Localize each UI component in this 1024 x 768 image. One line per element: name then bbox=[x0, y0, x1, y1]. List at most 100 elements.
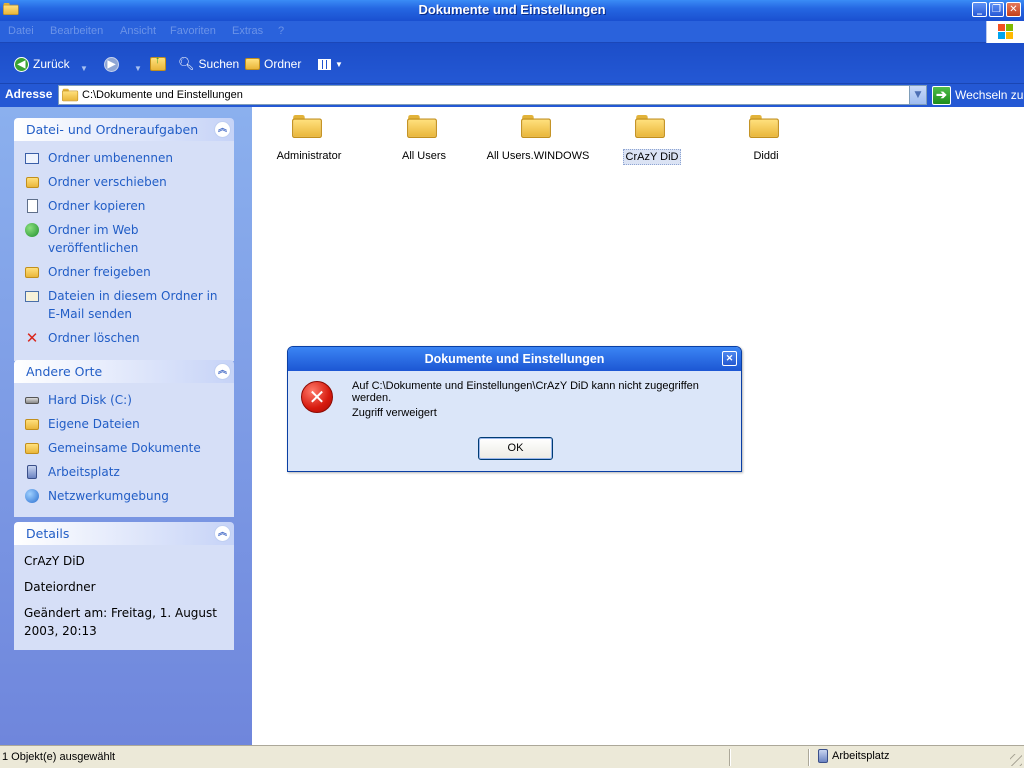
toolbar: ◀ Zurück ▼ ▶ ▼ ↑ 🔍︎ Suchen Ordner ▼ bbox=[0, 43, 1024, 84]
address-input[interactable]: C:\Dokumente und Einstellungen ▼ bbox=[58, 85, 927, 105]
rename-icon bbox=[24, 150, 40, 166]
task-copy-folder[interactable]: Ordner kopieren bbox=[24, 197, 224, 215]
windows-logo-icon bbox=[986, 21, 1024, 43]
web-publish-icon bbox=[24, 222, 40, 238]
go-arrow-icon: ➔ bbox=[932, 85, 951, 105]
task-rename-folder[interactable]: Ordner umbenennen bbox=[24, 149, 224, 167]
file-folder-tasks-header[interactable]: Datei- und Ordneraufgaben ︽ bbox=[14, 118, 234, 141]
share-icon bbox=[24, 264, 40, 280]
error-icon: ✕ bbox=[301, 381, 333, 413]
window-title: Dokumente und Einstellungen bbox=[418, 2, 606, 17]
task-label: Ordner verschieben bbox=[48, 175, 167, 189]
folder-icon bbox=[407, 115, 439, 141]
folder-item[interactable]: Administrator bbox=[254, 115, 364, 163]
close-button[interactable]: ✕ bbox=[1006, 2, 1021, 17]
folder-icon bbox=[635, 115, 667, 141]
status-divider bbox=[808, 749, 810, 766]
menu-bar: Datei Bearbeiten Ansicht Favoriten Extra… bbox=[0, 21, 1024, 43]
folders-label: Ordner bbox=[264, 57, 302, 71]
address-value: C:\Dokumente und Einstellungen bbox=[82, 89, 243, 101]
place-shared-documents[interactable]: Gemeinsame Dokumente bbox=[24, 439, 224, 457]
menu-edit[interactable]: Bearbeiten bbox=[50, 25, 103, 37]
forward-button[interactable]: ▶ bbox=[104, 55, 119, 73]
search-label: Suchen bbox=[198, 57, 240, 71]
folder-label: Administrator bbox=[276, 150, 342, 162]
address-bar: Adresse C:\Dokumente und Einstellungen ▼… bbox=[0, 84, 1024, 107]
place-my-computer[interactable]: Arbeitsplatz bbox=[24, 463, 224, 481]
panel-title: Datei- und Ordneraufgaben bbox=[26, 122, 199, 137]
dialog-body: ✕ Auf C:\Dokumente und Einstellungen\CrA… bbox=[288, 371, 741, 471]
task-label: Dateien in diesem Ordner in E-Mail sende… bbox=[48, 289, 218, 321]
other-places-header[interactable]: Andere Orte ︽ bbox=[14, 360, 234, 383]
ok-button[interactable]: OK bbox=[478, 437, 553, 460]
forward-dropdown-icon[interactable]: ▼ bbox=[134, 59, 142, 77]
my-computer-icon bbox=[818, 749, 828, 763]
dialog-close-button[interactable]: ✕ bbox=[722, 351, 737, 366]
status-bar: 1 Objekt(e) ausgewählt Arbeitsplatz bbox=[0, 745, 1024, 768]
forward-arrow-icon: ▶ bbox=[104, 56, 119, 72]
place-my-documents[interactable]: Eigene Dateien bbox=[24, 415, 224, 433]
views-icon bbox=[318, 58, 331, 70]
detail-item-type: Dateiordner bbox=[24, 580, 96, 594]
task-label: Ordner löschen bbox=[48, 331, 140, 345]
search-button[interactable]: 🔍︎ Suchen bbox=[178, 55, 239, 73]
detail-item-modified: Geändert am: Freitag, 1. August 2003, 20… bbox=[24, 606, 217, 638]
back-arrow-icon: ◀ bbox=[14, 56, 29, 72]
panel-title: Andere Orte bbox=[26, 364, 103, 379]
folder-icon bbox=[749, 115, 781, 141]
restore-button[interactable]: ❐ bbox=[989, 2, 1004, 17]
details-header[interactable]: Details ︽ bbox=[14, 522, 234, 545]
collapse-chevron-icon[interactable]: ︽ bbox=[214, 121, 231, 138]
menu-file[interactable]: Datei bbox=[8, 25, 34, 37]
other-places-panel: Andere Orte ︽ Hard Disk (C:) Eigene Date… bbox=[14, 360, 234, 517]
place-network[interactable]: Netzwerkumgebung bbox=[24, 487, 224, 505]
collapse-chevron-icon[interactable]: ︽ bbox=[214, 363, 231, 380]
folder-item[interactable]: All Users.WINDOWS bbox=[483, 115, 593, 163]
task-share-folder[interactable]: Ordner freigeben bbox=[24, 263, 224, 281]
minimize-button[interactable]: _ bbox=[972, 2, 987, 17]
address-dropdown-icon[interactable]: ▼ bbox=[909, 86, 926, 104]
folder-label: All Users bbox=[401, 150, 446, 162]
goto-label: Wechseln zu bbox=[955, 88, 1024, 102]
menu-help[interactable]: ? bbox=[278, 25, 284, 37]
status-location: Arbeitsplatz bbox=[818, 749, 889, 763]
back-button[interactable]: ◀ Zurück bbox=[14, 55, 70, 73]
my-computer-icon bbox=[24, 464, 40, 480]
task-label: Ordner kopieren bbox=[48, 199, 146, 213]
menu-view[interactable]: Ansicht bbox=[120, 25, 156, 37]
back-dropdown-icon[interactable]: ▼ bbox=[80, 59, 88, 77]
dialog-title: Dokumente und Einstellungen bbox=[424, 352, 605, 366]
status-divider bbox=[729, 749, 731, 766]
collapse-chevron-icon[interactable]: ︽ bbox=[214, 525, 231, 542]
menu-favorites[interactable]: Favoriten bbox=[170, 25, 216, 37]
place-label: Netzwerkumgebung bbox=[48, 489, 169, 503]
folders-button[interactable]: Ordner bbox=[245, 55, 301, 73]
folder-label: CrAzY DiD bbox=[622, 149, 682, 165]
resize-grip-icon[interactable] bbox=[1010, 754, 1022, 766]
views-button[interactable]: ▼ bbox=[318, 55, 343, 73]
up-button[interactable]: ↑ bbox=[150, 55, 166, 73]
task-delete-folder[interactable]: ✕ Ordner löschen bbox=[24, 329, 224, 347]
folder-item-selected[interactable]: CrAzY DiD bbox=[597, 115, 707, 165]
move-icon bbox=[24, 174, 40, 190]
details-panel: Details ︽ CrAzY DiD Dateiordner Geändert… bbox=[14, 522, 234, 650]
place-label: Hard Disk (C:) bbox=[48, 393, 132, 407]
task-label: Ordner im Web veröffentlichen bbox=[48, 223, 139, 255]
place-label: Gemeinsame Dokumente bbox=[48, 441, 201, 455]
dialog-title-bar[interactable]: Dokumente und Einstellungen ✕ bbox=[288, 347, 741, 371]
title-bar[interactable]: Dokumente und Einstellungen _ ❐ ✕ bbox=[0, 0, 1024, 21]
dialog-sub-message: Zugriff verweigert bbox=[352, 407, 437, 419]
address-label: Adresse bbox=[5, 87, 53, 101]
folder-item[interactable]: All Users bbox=[369, 115, 479, 163]
menu-tools[interactable]: Extras bbox=[232, 25, 263, 37]
goto-button[interactable]: ➔ Wechseln zu bbox=[932, 85, 1023, 105]
dialog-message: Auf C:\Dokumente und Einstellungen\CrAzY… bbox=[352, 380, 699, 404]
panel-title: Details bbox=[26, 526, 70, 541]
email-icon bbox=[24, 288, 40, 304]
task-publish-web[interactable]: Ordner im Web veröffentlichen bbox=[24, 221, 224, 257]
folder-label: All Users.WINDOWS bbox=[486, 150, 590, 162]
task-email-files[interactable]: Dateien in diesem Ordner in E-Mail sende… bbox=[24, 287, 224, 323]
place-hard-disk[interactable]: Hard Disk (C:) bbox=[24, 391, 224, 409]
task-move-folder[interactable]: Ordner verschieben bbox=[24, 173, 224, 191]
folder-item[interactable]: Diddi bbox=[711, 115, 821, 163]
